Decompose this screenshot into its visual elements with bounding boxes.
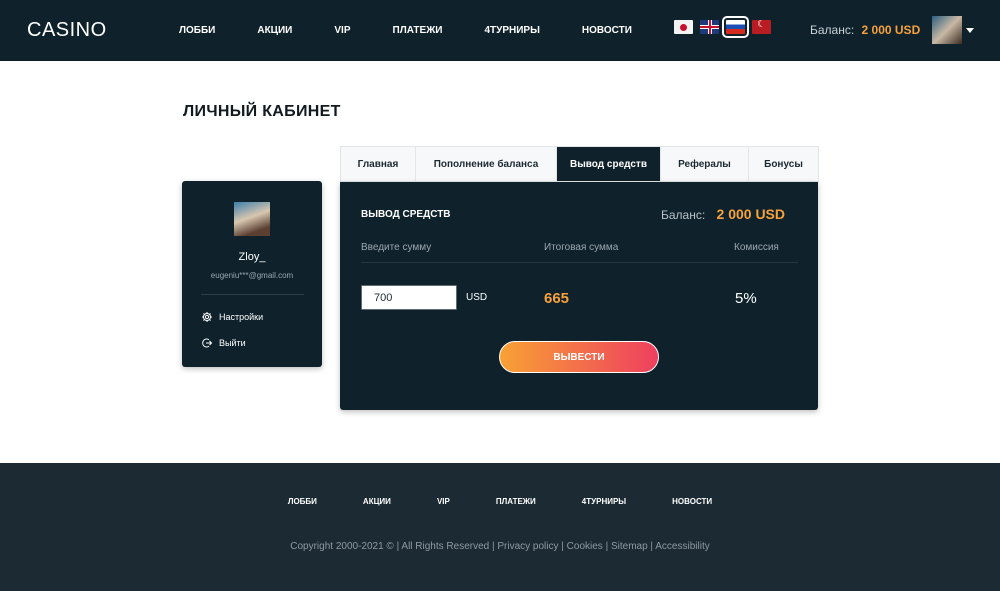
footer-nav: ЛОББИ АКЦИИ VIP ПЛАТЕЖИ 4ТУРНИРЫ НОВОСТИ (0, 497, 1000, 506)
footer-nav-lobby[interactable]: ЛОББИ (288, 497, 317, 506)
footer-nav-promotions[interactable]: АКЦИИ (363, 497, 391, 506)
tab-referrals[interactable]: Рефералы (661, 147, 749, 181)
divider (201, 294, 304, 295)
withdraw-panel: ВЫВОД СРЕДСТВ Баланс: 2 000 USD Введите … (340, 182, 818, 410)
accessibility-link[interactable]: Accessibility (655, 541, 709, 552)
nav-item-promotions[interactable]: АКЦИИ (257, 25, 292, 36)
total-column-header: Итоговая сумма (544, 242, 619, 253)
profile-avatar (234, 202, 270, 236)
divider (361, 262, 798, 263)
japan-flag-icon[interactable] (674, 20, 693, 34)
footer-copyright: Copyright 2000-2021 © | All Rights Reser… (290, 541, 710, 552)
footer-nav-payments[interactable]: ПЛАТЕЖИ (496, 497, 536, 506)
profile-card: Zloy_ eugeniu***@gmail.com Настройки Вый… (182, 181, 322, 367)
amount-column-header: Введите сумму (361, 242, 432, 253)
chevron-down-icon[interactable] (966, 28, 974, 33)
nav-item-news[interactable]: НОВОСТИ (582, 25, 632, 36)
account-tabs: Главная Пополнение баланса Вывод средств… (340, 146, 819, 182)
gear-icon (202, 312, 212, 322)
profile-name: Zloy_ (238, 251, 266, 263)
withdraw-balance: Баланс: 2 000 USD (661, 206, 785, 222)
nav-item-tournaments[interactable]: 4ТУРНИРЫ (484, 25, 539, 36)
commission-value: 5% (735, 290, 757, 307)
sitemap-link[interactable]: Sitemap (611, 541, 648, 552)
amount-input[interactable] (361, 285, 457, 310)
page-title: ЛИЧНЫЙ КАБИНЕТ (183, 103, 341, 120)
tab-main[interactable]: Главная (341, 147, 416, 181)
privacy-policy-link[interactable]: Privacy policy (497, 541, 558, 552)
avatar[interactable] (932, 16, 962, 44)
nav-item-vip[interactable]: VIP (334, 25, 350, 36)
copyright-text: Copyright 2000-2021 © | All Rights Reser… (290, 541, 495, 552)
nav-item-payments[interactable]: ПЛАТЕЖИ (393, 25, 443, 36)
settings-label: Настройки (219, 312, 264, 322)
header-balance-value: 2 000 USD (861, 23, 921, 37)
header-balance-label: Баланс: (810, 23, 855, 37)
main-nav: ЛОББИ АКЦИИ VIP ПЛАТЕЖИ 4ТУРНИРЫ НОВОСТИ (179, 0, 674, 61)
tab-deposit[interactable]: Пополнение баланса (416, 147, 557, 181)
cookies-link[interactable]: Cookies (567, 541, 603, 552)
logout-icon (202, 338, 213, 348)
footer-nav-news[interactable]: НОВОСТИ (672, 497, 712, 506)
settings-link[interactable]: Настройки (201, 311, 263, 323)
turkey-flag-icon[interactable] (752, 20, 771, 34)
withdraw-balance-label: Баланс: (660, 208, 706, 222)
withdraw-title: ВЫВОД СРЕДСТВ (361, 209, 451, 220)
logout-label: Выйти (219, 338, 246, 348)
profile-email: eugeniu***@gmail.com (210, 271, 294, 280)
logo[interactable]: CASINO (27, 19, 107, 42)
tab-bonuses[interactable]: Бонусы (749, 147, 818, 181)
header-balance: Баланс: 2 000 USD (810, 23, 920, 37)
currency-label: USD (466, 292, 488, 303)
footer-nav-vip[interactable]: VIP (437, 497, 450, 506)
uk-flag-icon[interactable] (700, 20, 719, 34)
commission-column-header: Комиссия (734, 242, 779, 253)
footer: ЛОББИ АКЦИИ VIP ПЛАТЕЖИ 4ТУРНИРЫ НОВОСТИ… (0, 463, 1000, 591)
logout-link[interactable]: Выйти (201, 337, 246, 349)
language-switcher (674, 16, 778, 38)
russia-flag-icon[interactable] (722, 16, 749, 38)
withdraw-button[interactable]: ВЫВЕСТИ (499, 341, 659, 373)
nav-item-lobby[interactable]: ЛОББИ (179, 25, 215, 36)
tab-withdraw[interactable]: Вывод средств (557, 147, 661, 181)
header: CASINO ЛОББИ АКЦИИ VIP ПЛАТЕЖИ 4ТУРНИРЫ … (0, 0, 1000, 61)
withdraw-balance-value: 2 000 USD (716, 206, 785, 222)
total-value: 665 (544, 290, 570, 307)
footer-nav-tournaments[interactable]: 4ТУРНИРЫ (582, 497, 626, 506)
